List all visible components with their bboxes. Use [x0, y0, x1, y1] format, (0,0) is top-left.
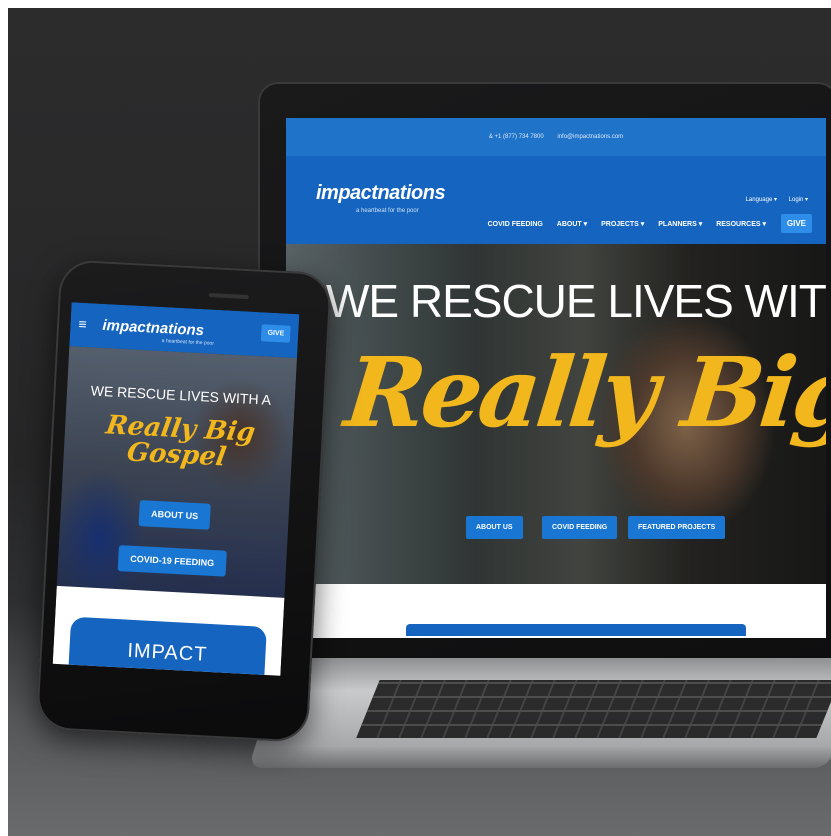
site-logo[interactable]: impactnations [316, 182, 446, 205]
phone-hero-banner: WE RESCUE LIVES WITH A Really Big Gospel… [56, 346, 298, 598]
login-dropdown[interactable]: Login ▾ [789, 197, 808, 203]
laptop-contact-bar: & +1 (877) 734 7800 info@impactnations.c… [286, 118, 826, 156]
nav-item-planners[interactable]: PLANNERS ▾ [658, 221, 702, 228]
give-button[interactable]: GIVE [780, 214, 812, 233]
site-logo-tagline: a heartbeat for the poor [356, 208, 419, 214]
contact-phone[interactable]: & +1 (877) 734 7800 [483, 134, 550, 140]
featured-projects-button[interactable]: FEATURED PROJECTS [628, 516, 726, 539]
laptop-header: impactnations a heartbeat for the poor L… [286, 156, 826, 244]
phone-site-logo[interactable]: impactnations [102, 317, 204, 339]
contact-email[interactable]: info@impactnations.com [551, 134, 629, 140]
main-nav: COVID FEEDING ABOUT ▾ PROJECTS ▾ PLANNER… [476, 220, 766, 228]
nav-item-projects[interactable]: PROJECTS ▾ [601, 221, 644, 228]
laptop-screen: & +1 (877) 734 7800 info@impactnations.c… [286, 118, 826, 638]
language-dropdown[interactable]: Language ▾ [746, 197, 777, 203]
phone-speaker [208, 293, 249, 300]
utility-links: Language ▾ Login ▾ [736, 196, 808, 203]
phone-give-button[interactable]: GIVE [261, 324, 291, 343]
hero-script-headline: Really Big Gospel [340, 336, 826, 449]
nav-item-resources[interactable]: RESOURCES ▾ [716, 221, 766, 228]
nav-item-covid-feeding[interactable]: COVID FEEDING [488, 221, 543, 228]
about-us-button[interactable]: ABOUT US [466, 516, 523, 539]
laptop-keyboard [356, 680, 831, 738]
content-card-top [406, 624, 746, 636]
nav-item-about[interactable]: ABOUT ▾ [557, 221, 587, 228]
hero-banner: WE RESCUE LIVES WITH A Really Big Gospel… [286, 244, 826, 584]
hero-headline: WE RESCUE LIVES WITH A [326, 275, 826, 327]
hamburger-menu-icon[interactable]: ≡ [78, 316, 87, 332]
phone-about-us-button[interactable]: ABOUT US [138, 500, 211, 530]
phone-screen: ≡ impactnations a heartbeat for the poor… [52, 302, 300, 676]
impact-card-title: IMPACT [126, 639, 208, 666]
covid-feeding-button[interactable]: COVID FEEDING [542, 516, 618, 539]
laptop-content-section [286, 584, 826, 638]
phone-logo-tagline: a heartbeat for the poor [161, 338, 215, 347]
phone-covid-feeding-button[interactable]: COVID-19 FEEDING [117, 545, 227, 577]
